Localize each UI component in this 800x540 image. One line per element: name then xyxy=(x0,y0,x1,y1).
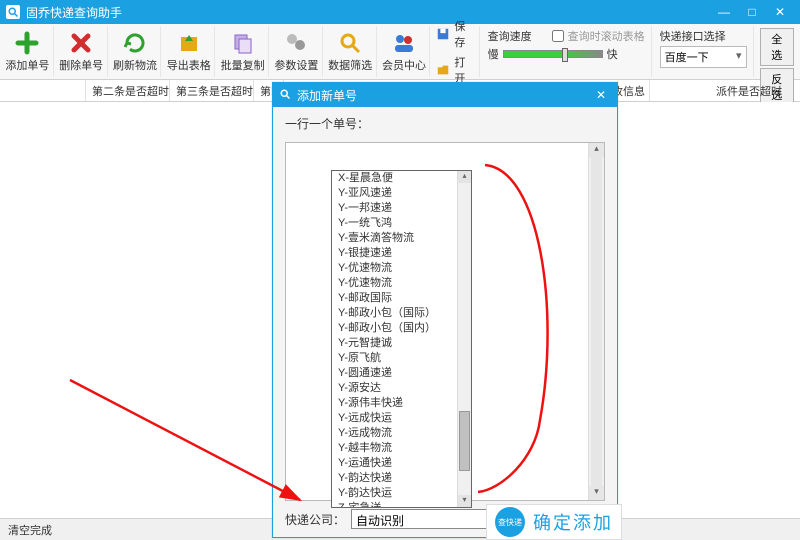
company-option[interactable]: Y-一邦速递 xyxy=(332,201,471,216)
company-option[interactable]: Y-远成快运 xyxy=(332,411,471,426)
company-option[interactable]: Y-邮政国际 xyxy=(332,291,471,306)
col-blank[interactable] xyxy=(0,80,86,101)
col-3[interactable]: 第三条是否超时 xyxy=(170,80,254,101)
dialog-hint: 一行一个单号： xyxy=(285,115,605,132)
col-dispatch[interactable]: 派件是否超时 xyxy=(710,80,800,101)
plus-icon xyxy=(13,31,41,55)
company-option[interactable]: Z-宅急送 xyxy=(332,501,471,508)
company-option[interactable]: Y-越丰物流 xyxy=(332,441,471,456)
window-title: 固乔快递查询助手 xyxy=(26,4,710,21)
company-dropdown-list[interactable]: X-星晨急便Y-亚风速递Y-一邦速递Y-一统飞鸿Y-壹米滴答物流Y-银捷速递Y-… xyxy=(331,170,472,508)
confirm-add-button[interactable]: 确定添加 xyxy=(533,509,613,535)
app-icon xyxy=(6,5,20,19)
copy-icon xyxy=(229,31,257,55)
search-icon xyxy=(336,31,364,55)
member-button[interactable]: 会员中心 xyxy=(379,26,431,77)
company-option[interactable]: Y-壹米滴答物流 xyxy=(332,231,471,246)
add-button[interactable]: 添加单号 xyxy=(2,26,54,77)
company-label: 快递公司： xyxy=(285,511,345,528)
minimize-button[interactable]: — xyxy=(710,5,738,19)
company-option[interactable]: Y-邮政小包（国际） xyxy=(332,306,471,321)
refresh-icon xyxy=(121,31,149,55)
company-option[interactable]: Y-邮政小包（国内） xyxy=(332,321,471,336)
copy-label: 批量复制 xyxy=(221,57,265,73)
save-button[interactable]: 保存 xyxy=(436,17,474,51)
search-express-button[interactable]: 查快递 xyxy=(495,507,525,537)
listbox-scroll-down-icon[interactable]: ▾ xyxy=(458,495,471,507)
listbox-scroll-up-icon[interactable]: ▴ xyxy=(458,171,471,183)
listbox-thumb[interactable] xyxy=(459,411,470,471)
iface-select[interactable]: 百度一下 xyxy=(660,46,747,68)
refresh-label: 刷新物流 xyxy=(113,57,157,73)
people-icon xyxy=(390,31,418,55)
listbox-scrollbar[interactable]: ▴ ▾ xyxy=(457,171,471,507)
x-icon xyxy=(67,31,95,55)
textarea-scrollbar[interactable]: ▴ ▾ xyxy=(588,143,604,500)
company-selected: 自动识别 xyxy=(356,514,404,528)
dialog-titlebar[interactable]: 添加新单号 ✕ xyxy=(273,83,617,107)
scroll-down-icon[interactable]: ▾ xyxy=(589,486,604,500)
scroll-thumb[interactable] xyxy=(591,157,602,486)
company-option[interactable]: Y-元智捷诚 xyxy=(332,336,471,351)
select-all-button[interactable]: 全选 xyxy=(760,28,794,66)
main-toolbar: 添加单号 删除单号 刷新物流 导出表格 批量复制 参数设置 数据筛选 会员中心 … xyxy=(0,24,800,80)
dialog-title-icon xyxy=(279,88,291,103)
company-option[interactable]: Y-韵达快运 xyxy=(332,486,471,501)
company-option[interactable]: Y-圆通速递 xyxy=(332,366,471,381)
open-icon xyxy=(436,63,450,77)
scroll-checkbox-input[interactable] xyxy=(552,30,564,42)
slider-thumb[interactable] xyxy=(562,48,568,62)
scroll-up-icon[interactable]: ▴ xyxy=(589,143,604,157)
filter-button[interactable]: 数据筛选 xyxy=(325,26,377,77)
company-option[interactable]: Y-亚风速递 xyxy=(332,186,471,201)
maximize-button[interactable]: □ xyxy=(738,5,766,19)
iface-title: 快递接口选择 xyxy=(660,28,747,44)
save-icon xyxy=(436,27,450,41)
delete-label: 删除单号 xyxy=(59,57,103,73)
slow-label: 慢 xyxy=(488,46,499,62)
company-option[interactable]: Y-运通快递 xyxy=(332,456,471,471)
interface-panel: 快递接口选择 百度一下 xyxy=(654,26,754,77)
export-button[interactable]: 导出表格 xyxy=(163,26,215,77)
search-express-label: 查快递 xyxy=(498,518,522,527)
close-button[interactable]: ✕ xyxy=(766,5,794,19)
save-label: 保存 xyxy=(454,18,474,50)
company-option[interactable]: X-星晨急便 xyxy=(332,171,471,186)
speed-title: 查询速度 xyxy=(488,28,532,44)
param-label: 参数设置 xyxy=(274,57,318,73)
company-option[interactable]: Y-一统飞鸿 xyxy=(332,216,471,231)
company-option[interactable]: Y-优速物流 xyxy=(332,261,471,276)
company-option[interactable]: Y-远成物流 xyxy=(332,426,471,441)
param-button[interactable]: 参数设置 xyxy=(271,26,323,77)
copy-button[interactable]: 批量复制 xyxy=(217,26,269,77)
mini-column: 保存 打开 xyxy=(432,26,479,77)
export-icon xyxy=(175,31,203,55)
gear-icon xyxy=(282,31,310,55)
delete-button[interactable]: 删除单号 xyxy=(56,26,108,77)
dialog-close-button[interactable]: ✕ xyxy=(591,88,611,102)
filter-label: 数据筛选 xyxy=(328,57,372,73)
col-2[interactable]: 第二条是否超时 xyxy=(86,80,170,101)
scroll-checkbox[interactable]: 查询时滚动表格 xyxy=(552,28,645,44)
member-label: 会员中心 xyxy=(382,57,426,73)
side-buttons: 全选 反选 xyxy=(756,26,798,77)
company-option[interactable]: Y-源伟丰快递 xyxy=(332,396,471,411)
refresh-button[interactable]: 刷新物流 xyxy=(110,26,162,77)
fast-label: 快 xyxy=(607,46,618,62)
status-text: 清空完成 xyxy=(8,525,52,537)
speed-slider[interactable] xyxy=(503,50,603,58)
iface-selected: 百度一下 xyxy=(665,52,709,64)
company-option[interactable]: Y-银捷速递 xyxy=(332,246,471,261)
titlebar: 固乔快递查询助手 — □ ✕ xyxy=(0,0,800,24)
scroll-checkbox-label: 查询时滚动表格 xyxy=(568,28,645,44)
add-label: 添加单号 xyxy=(5,57,49,73)
speed-panel: 查询速度 查询时滚动表格 慢 快 xyxy=(482,26,652,77)
company-option[interactable]: Y-原飞航 xyxy=(332,351,471,366)
company-option[interactable]: Y-优速物流 xyxy=(332,276,471,291)
company-option[interactable]: Y-韵达快递 xyxy=(332,471,471,486)
confirm-cluster: 查快递 确定添加 xyxy=(486,504,622,540)
dialog-title: 添加新单号 xyxy=(297,87,591,104)
export-label: 导出表格 xyxy=(167,57,211,73)
company-option[interactable]: Y-源安达 xyxy=(332,381,471,396)
